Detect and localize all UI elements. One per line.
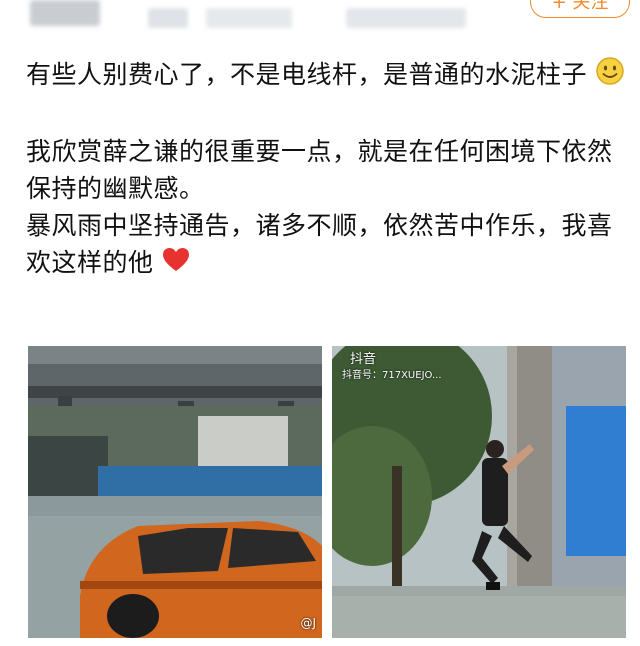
douyin-id-label: 抖音号：717XUEJO... <box>342 370 442 381</box>
post-paragraph-1: 有些人别费心了，不是电线杆，是普通的水泥柱子 <box>26 56 626 96</box>
douyin-app-label: 抖音 <box>350 352 377 367</box>
photo-man-climbing-pillar[interactable]: 抖音 抖音号：717XUEJO... <box>332 346 626 638</box>
post-paragraph-2: 我欣赏薛之谦的很重要一点，就是在任何困境下依然保持的幽默感。 <box>26 137 613 203</box>
username-blurred-2 <box>206 8 292 28</box>
red-heart-icon <box>162 246 190 283</box>
timestamp-blurred <box>346 8 466 28</box>
photo-grid: @J 抖音 抖音号：717XUEJO... <box>28 346 626 638</box>
post-header: + 关注 <box>0 0 640 40</box>
follow-button[interactable]: + 关注 <box>530 0 630 18</box>
avatar[interactable] <box>30 0 100 26</box>
weibo-watermark: @J <box>300 616 316 630</box>
smile-emoji-icon <box>595 56 625 96</box>
photo-flooded-street-car[interactable]: @J <box>28 346 322 638</box>
username-blurred[interactable] <box>148 8 188 28</box>
post-text: 有些人别费心了，不是电线杆，是普通的水泥柱子 我欣赏薛之谦的很重要一点，就是在任… <box>26 56 626 283</box>
post-paragraph-3: 暴风雨中坚持通告，诸多不顺，依然苦中作乐，我喜欢这样的他 <box>26 207 626 283</box>
